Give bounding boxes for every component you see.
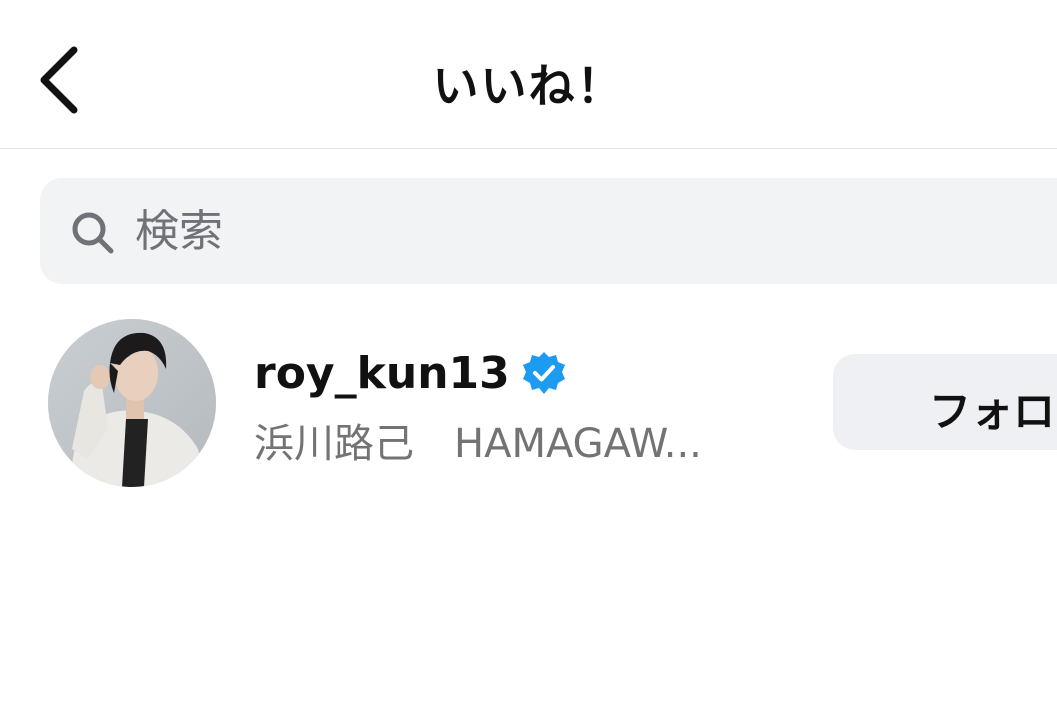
username-row[interactable]: roy_kun13 [254, 345, 568, 401]
header: いいね！ [0, 0, 1057, 149]
verified-badge-icon [522, 352, 565, 394]
page-title: いいね！ [432, 59, 625, 113]
full-name: 浜川路己 HAMAGAW... [254, 421, 702, 467]
avatar[interactable] [48, 319, 216, 487]
follow-button-label: フォロー [929, 387, 1057, 436]
username[interactable]: roy_kun13 [254, 348, 510, 399]
list-item[interactable]: roy_kun13 浜川路己 HAMAGAW... フォロー [0, 305, 1057, 505]
search-icon [72, 212, 114, 254]
search-input[interactable] [135, 196, 1015, 266]
follow-button[interactable]: フォロー [833, 354, 1057, 450]
